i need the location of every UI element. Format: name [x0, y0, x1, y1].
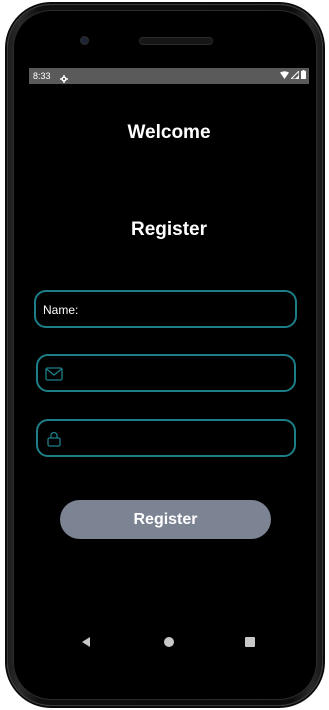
home-icon[interactable]	[164, 637, 174, 647]
register-heading: Register	[130, 219, 208, 240]
settings-gear-icon	[60, 72, 68, 83]
register-button[interactable]: Register	[60, 500, 271, 539]
wifi-icon	[280, 68, 289, 84]
name-field[interactable]: Name:	[34, 290, 297, 328]
password-field[interactable]	[36, 419, 296, 457]
email-field[interactable]	[36, 354, 296, 392]
welcome-heading: Welcome	[127, 122, 211, 143]
lock-icon	[45, 431, 63, 447]
status-time: 8:33	[33, 71, 51, 81]
back-icon[interactable]	[82, 637, 90, 647]
recents-icon[interactable]	[245, 637, 255, 647]
status-icons	[280, 68, 306, 84]
battery-icon	[301, 68, 306, 84]
status-bar: 8:33	[29, 68, 309, 84]
app-screen: 8:33 Welcome Register Name: Register	[29, 68, 309, 673]
signal-icon	[289, 68, 300, 84]
mail-icon	[45, 366, 63, 382]
earpiece-speaker	[140, 38, 212, 44]
front-camera	[81, 37, 88, 44]
name-field-label: Name:	[43, 303, 79, 317]
